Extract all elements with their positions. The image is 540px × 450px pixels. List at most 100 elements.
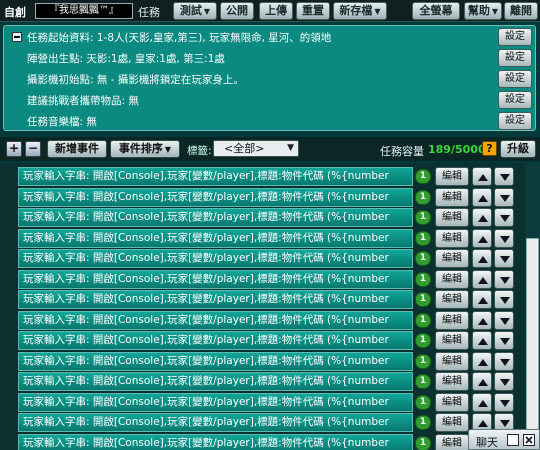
expand-all-button[interactable]: + [6,141,22,157]
move-up-button[interactable] [472,269,492,289]
event-text[interactable]: 玩家輸入字串: 開啟[Console],玩家[變數/player],標題:物件代… [18,290,413,309]
scrollbar-thumb[interactable] [526,238,539,438]
settings-button[interactable]: 設定 [498,70,532,88]
edit-button[interactable]: 編輯 [435,228,469,248]
upload-button[interactable]: 上傳 [259,2,293,20]
event-row[interactable]: 玩家輸入字串: 開啟[Console],玩家[變數/player],標題:物件代… [18,187,517,207]
event-text[interactable]: 玩家輸入字串: 開啟[Console],玩家[變數/player],標題:物件代… [18,249,413,268]
move-up-button[interactable] [472,187,492,207]
move-up-button[interactable] [472,208,492,227]
arrow-down-icon [500,399,510,407]
restore-icon[interactable] [507,434,519,446]
settings-button[interactable]: 設定 [498,91,532,109]
fullscreen-button[interactable]: 全螢幕 [412,2,460,20]
settings-button[interactable]: 設定 [498,112,532,130]
event-list: 玩家輸入字串: 開啟[Console],玩家[變數/player],標題:物件代… [0,163,540,450]
event-row[interactable]: 玩家輸入字串: 開啟[Console],玩家[變數/player],標題:物件代… [18,290,517,309]
move-down-button[interactable] [494,392,514,412]
event-row[interactable]: 玩家輸入字串: 開啟[Console],玩家[變數/player],標題:物件代… [18,413,517,432]
event-row[interactable]: 玩家輸入字串: 開啟[Console],玩家[變數/player],標題:物件代… [18,310,517,330]
edit-button[interactable]: 編輯 [435,167,469,186]
move-down-button[interactable] [494,269,514,289]
event-row[interactable]: 玩家輸入字串: 開啟[Console],玩家[變數/player],標題:物件代… [18,208,517,227]
event-row[interactable]: 玩家輸入字串: 開啟[Console],玩家[變數/player],標題:物件代… [18,167,517,186]
edit-button[interactable]: 編輯 [435,249,469,268]
event-row[interactable]: 玩家輸入字串: 開啟[Console],玩家[變數/player],標題:物件代… [18,372,517,391]
event-text[interactable]: 玩家輸入字串: 開啟[Console],玩家[變數/player],標題:物件代… [18,208,413,227]
reset-button[interactable]: 重置 [296,2,330,20]
new-save-button[interactable]: 新存檔 ▼ [333,2,387,20]
edit-button[interactable]: 編輯 [435,187,469,207]
upgrade-button[interactable]: 升級 [500,140,536,158]
event-text[interactable]: 玩家輸入字串: 開啟[Console],玩家[變數/player],標題:物件代… [18,331,413,350]
edit-button[interactable]: 編輯 [435,310,469,330]
tag-select[interactable]: <全部> ▼ [213,140,299,157]
event-text[interactable]: 玩家輸入字串: 開啟[Console],玩家[變數/player],標題:物件代… [18,310,413,330]
event-row[interactable]: 玩家輸入字串: 開啟[Console],玩家[變數/player],標題:物件代… [18,269,517,289]
event-row[interactable]: 玩家輸入字串: 開啟[Console],玩家[變數/player],標題:物件代… [18,433,517,450]
chat-popup[interactable]: 聊天 [468,429,540,450]
move-down-button[interactable] [494,290,514,309]
settings-button[interactable]: 設定 [498,28,532,46]
mission-title-field[interactable]: 『我思飄飄™』 [35,3,133,19]
settings-row: 任務起始資料: 1-8人(天影,皇家,第三), 玩家無限命, 星河、的領地 設定 [4,27,535,47]
settings-button[interactable]: 設定 [498,49,532,67]
edit-button[interactable]: 編輯 [435,392,469,412]
move-up-button[interactable] [472,372,492,391]
arrow-up-icon [478,338,488,345]
event-text[interactable]: 玩家輸入字串: 開啟[Console],玩家[變數/player],標題:物件代… [18,372,413,391]
event-count-badge: 1 [415,210,431,225]
edit-button[interactable]: 編輯 [435,208,469,227]
move-down-button[interactable] [494,331,514,350]
event-text[interactable]: 玩家輸入字串: 開啟[Console],玩家[變數/player],標題:物件代… [18,167,413,186]
move-up-button[interactable] [472,310,492,330]
event-row[interactable]: 玩家輸入字串: 開啟[Console],玩家[變數/player],標題:物件代… [18,331,517,350]
edit-button[interactable]: 編輯 [435,269,469,289]
collapse-icon[interactable] [12,32,22,42]
event-row[interactable]: 玩家輸入字串: 開啟[Console],玩家[變數/player],標題:物件代… [18,228,517,248]
event-text[interactable]: 玩家輸入字串: 開啟[Console],玩家[變數/player],標題:物件代… [18,228,413,248]
help-menu-button[interactable]: 幫助 ▼ [464,2,502,20]
event-text[interactable]: 玩家輸入字串: 開啟[Console],玩家[變數/player],標題:物件代… [18,187,413,207]
move-down-button[interactable] [494,310,514,330]
arrow-up-icon [478,317,488,325]
capacity-value: 189/5000 [428,143,486,156]
move-down-button[interactable] [494,249,514,268]
close-icon[interactable] [523,434,535,446]
move-up-button[interactable] [472,167,492,186]
move-down-button[interactable] [494,208,514,227]
event-sort-button[interactable]: 事件排序 ▼ [110,140,180,158]
move-up-button[interactable] [472,249,492,268]
move-up-button[interactable] [472,392,492,412]
edit-button[interactable]: 編輯 [435,433,469,450]
event-text[interactable]: 玩家輸入字串: 開啟[Console],玩家[變數/player],標題:物件代… [18,392,413,412]
move-up-button[interactable] [472,331,492,350]
move-down-button[interactable] [494,167,514,186]
event-row[interactable]: 玩家輸入字串: 開啟[Console],玩家[變數/player],標題:物件代… [18,351,517,371]
leave-button[interactable]: 離開 [504,2,538,20]
event-text[interactable]: 玩家輸入字串: 開啟[Console],玩家[變數/player],標題:物件代… [18,413,413,432]
event-text[interactable]: 玩家輸入字串: 開啟[Console],玩家[變數/player],標題:物件代… [18,433,413,450]
edit-button[interactable]: 編輯 [435,372,469,391]
arrow-up-icon [478,297,488,304]
move-up-button[interactable] [472,228,492,248]
event-row[interactable]: 玩家輸入字串: 開啟[Console],玩家[變數/player],標題:物件代… [18,392,517,412]
event-text[interactable]: 玩家輸入字串: 開啟[Console],玩家[變數/player],標題:物件代… [18,269,413,289]
help-icon[interactable]: ? [482,141,497,156]
move-down-button[interactable] [494,351,514,371]
collapse-all-button[interactable]: − [25,141,41,157]
add-event-button[interactable]: 新增事件 [47,140,107,158]
event-row[interactable]: 玩家輸入字串: 開啟[Console],玩家[變數/player],標題:物件代… [18,249,517,268]
move-down-button[interactable] [494,372,514,391]
edit-button[interactable]: 編輯 [435,331,469,350]
edit-button[interactable]: 編輯 [435,351,469,371]
edit-button[interactable]: 編輯 [435,290,469,309]
event-text[interactable]: 玩家輸入字串: 開啟[Console],玩家[變數/player],標題:物件代… [18,351,413,371]
move-down-button[interactable] [494,187,514,207]
move-down-button[interactable] [494,228,514,248]
edit-button[interactable]: 編輯 [435,413,469,432]
public-button[interactable]: 公開 [220,2,254,20]
test-button[interactable]: 測試 ▼ [173,2,217,20]
move-up-button[interactable] [472,290,492,309]
move-up-button[interactable] [472,351,492,371]
